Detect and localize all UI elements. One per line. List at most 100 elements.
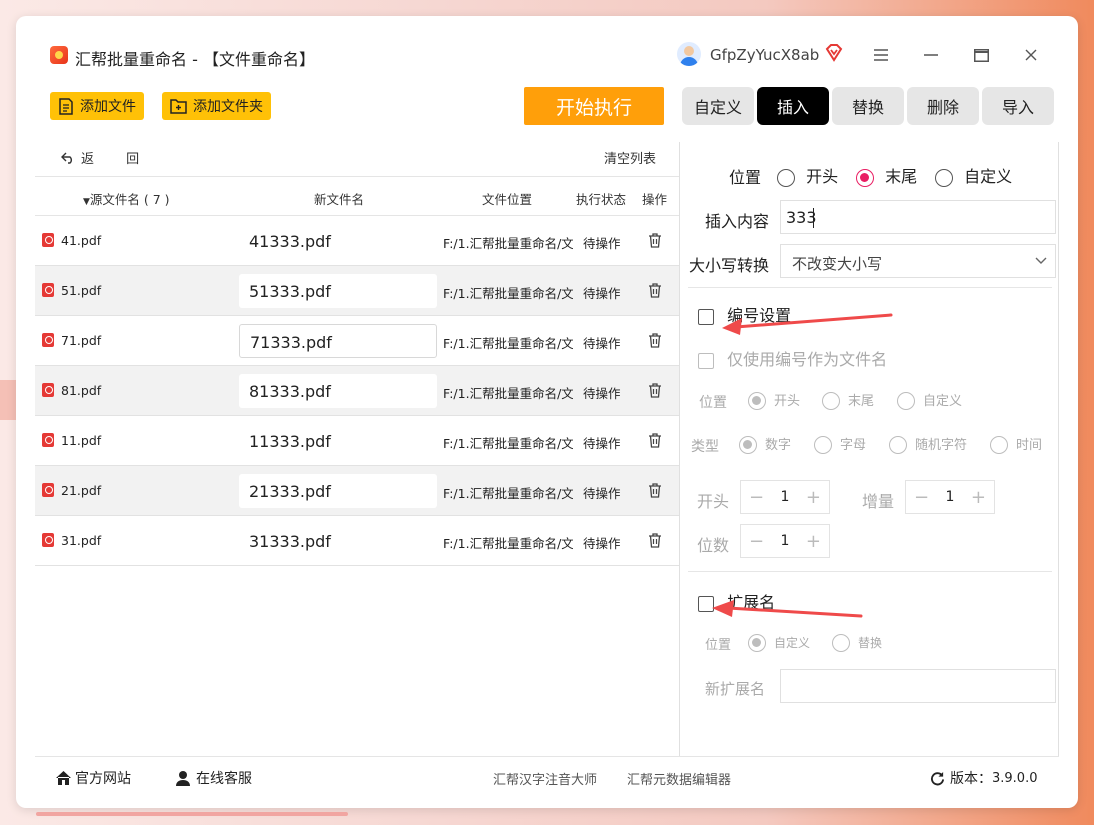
insert-content-label: 插入内容 xyxy=(705,212,770,231)
trash-icon[interactable] xyxy=(648,533,662,548)
new-file-name-input[interactable]: 51333.pdf xyxy=(239,274,437,308)
table-header: ▼源文件名 ( 7 ) 新文件名 文件位置 执行状态 操作 xyxy=(35,176,679,216)
header-source[interactable]: ▼源文件名 ( 7 ) xyxy=(83,189,170,208)
type-time-option[interactable]: 时间 xyxy=(990,434,1042,454)
close-icon[interactable] xyxy=(1020,44,1042,66)
refresh-icon[interactable] xyxy=(930,771,945,786)
num-pos-end-option[interactable]: 末尾 xyxy=(822,390,874,410)
website-link[interactable]: 官方网站 xyxy=(55,768,131,788)
source-file-name: 11.pdf xyxy=(61,433,102,448)
insert-pos-start-option[interactable]: 开头 xyxy=(777,163,838,187)
type-letter-option[interactable]: 字母 xyxy=(814,434,866,454)
header-location: 文件位置 xyxy=(482,192,533,207)
clear-list-button[interactable]: 清空列表 xyxy=(604,148,656,167)
back-button[interactable]: 返 回 xyxy=(61,148,153,167)
source-file-name: 71.pdf xyxy=(61,333,102,348)
trash-icon[interactable] xyxy=(648,333,662,348)
minimize-icon[interactable] xyxy=(920,44,942,66)
tab-import[interactable]: 导入 xyxy=(982,87,1054,125)
table-row[interactable]: 51.pdf 51333.pdf F:/1.汇帮批量重命名/文件 待操作 xyxy=(35,266,679,316)
menu-icon[interactable] xyxy=(870,44,892,66)
app-logo-icon xyxy=(50,46,68,64)
insert-pos-custom-option[interactable]: 自定义 xyxy=(935,163,1012,187)
insert-content-input[interactable]: 333 xyxy=(780,200,1056,234)
folder-plus-icon xyxy=(170,99,187,114)
source-file-name: 81.pdf xyxy=(61,383,102,398)
num-digits-label: 位数 xyxy=(697,536,730,555)
status-text: 待操作 xyxy=(583,536,621,551)
radio[interactable] xyxy=(777,168,795,187)
file-location: F:/1.汇帮批量重命名/文件 xyxy=(443,536,573,551)
insert-pos-end-option[interactable]: 末尾 xyxy=(856,163,917,187)
num-start-stepper[interactable]: −1 + xyxy=(740,480,830,514)
status-text: 待操作 xyxy=(583,486,621,501)
chevron-down-icon xyxy=(1035,257,1047,264)
pdf-icon xyxy=(42,383,54,397)
new-file-name-input[interactable]: 11333.pdf xyxy=(239,424,437,458)
maximize-icon[interactable] xyxy=(970,44,992,66)
title-bar: 汇帮批量重命名 - 【文件重命名】 GfpZyYucX8ab xyxy=(16,16,1078,96)
tab-custom[interactable]: 自定义 xyxy=(682,87,754,125)
num-pos-custom-option[interactable]: 自定义 xyxy=(897,390,962,410)
file-list-panel: 返 回 清空列表 ▼源文件名 ( 7 ) 新文件名 文件位置 执行状态 操作 4… xyxy=(35,142,679,756)
add-file-button[interactable]: 添加文件 xyxy=(50,92,144,120)
footer-link-pinyin[interactable]: 汇帮汉字注音大师 xyxy=(493,769,597,788)
new-file-name-input[interactable]: 41333.pdf xyxy=(239,224,437,258)
new-file-name-input[interactable]: 31333.pdf xyxy=(239,524,437,558)
radio[interactable] xyxy=(935,168,953,187)
type-digit-option[interactable]: 数字 xyxy=(739,434,791,454)
only-number-checkbox[interactable]: 仅使用编号作为文件名 xyxy=(698,346,887,370)
table-row[interactable]: 41.pdf 41333.pdf F:/1.汇帮批量重命名/文件 待操作 xyxy=(35,216,679,266)
pdf-icon xyxy=(42,233,54,247)
pdf-icon xyxy=(42,483,54,497)
file-location: F:/1.汇帮批量重命名/文件 xyxy=(443,336,573,351)
radio-checked[interactable] xyxy=(856,168,874,187)
trash-icon[interactable] xyxy=(648,383,662,398)
footer: 官方网站 在线客服 汇帮汉字注音大师 汇帮元数据编辑器 版本： 3.9.0.0 xyxy=(35,756,1059,796)
status-text: 待操作 xyxy=(583,286,621,301)
new-ext-input[interactable] xyxy=(780,669,1056,703)
username[interactable]: GfpZyYucX8ab xyxy=(710,46,819,64)
status-text: 待操作 xyxy=(583,336,621,351)
app-title: 汇帮批量重命名 - 【文件重命名】 xyxy=(75,50,315,69)
trash-icon[interactable] xyxy=(648,433,662,448)
num-increment-stepper[interactable]: −1 + xyxy=(905,480,995,514)
table-row[interactable]: 21.pdf 21333.pdf F:/1.汇帮批量重命名/文件 待操作 xyxy=(35,466,679,516)
source-file-name: 41.pdf xyxy=(61,233,102,248)
tab-delete[interactable]: 删除 xyxy=(907,87,979,125)
add-folder-button[interactable]: 添加文件夹 xyxy=(162,92,271,120)
table-row[interactable]: 81.pdf 81333.pdf F:/1.汇帮批量重命名/文件 待操作 xyxy=(35,366,679,416)
start-button[interactable]: 开始执行 xyxy=(524,87,664,125)
support-link[interactable]: 在线客服 xyxy=(175,768,252,788)
new-file-name-input[interactable]: 21333.pdf xyxy=(239,474,437,508)
case-select[interactable]: 不改变大小写 xyxy=(780,244,1056,278)
new-file-name-input[interactable]: 81333.pdf xyxy=(239,374,437,408)
footer-link-metadata[interactable]: 汇帮元数据编辑器 xyxy=(627,769,731,788)
add-file-label: 添加文件 xyxy=(80,99,136,115)
type-random-option[interactable]: 随机字符 xyxy=(889,434,967,454)
trash-icon[interactable] xyxy=(648,483,662,498)
trash-icon[interactable] xyxy=(648,283,662,298)
pdf-icon xyxy=(42,333,54,347)
num-type-label: 类型 xyxy=(691,439,719,455)
tab-insert[interactable]: 插入 xyxy=(757,87,829,125)
table-row[interactable]: 31.pdf 31333.pdf F:/1.汇帮批量重命名/文件 待操作 xyxy=(35,516,679,566)
file-location: F:/1.汇帮批量重命名/文件 xyxy=(443,386,573,401)
ext-custom-option[interactable]: 自定义 xyxy=(748,632,810,652)
ext-replace-option[interactable]: 替换 xyxy=(832,632,882,652)
vip-diamond-icon[interactable] xyxy=(823,42,845,64)
new-file-name-input[interactable]: 71333.pdf xyxy=(239,324,437,358)
home-icon xyxy=(56,771,71,785)
annotation-arrow xyxy=(722,313,893,335)
pdf-icon xyxy=(42,533,54,547)
tab-replace[interactable]: 替换 xyxy=(832,87,904,125)
user-avatar[interactable] xyxy=(677,42,701,66)
table-row[interactable]: 71.pdf 71333.pdf F:/1.汇帮批量重命名/文件 待操作 xyxy=(35,316,679,366)
trash-icon[interactable] xyxy=(648,233,662,248)
num-digits-stepper[interactable]: −1 + xyxy=(740,524,830,558)
num-pos-start-option[interactable]: 开头 xyxy=(748,390,800,410)
file-location: F:/1.汇帮批量重命名/文件 xyxy=(443,486,573,501)
options-panel: 位置 开头 末尾 自定义 插入内容 333 大小写转换 不改变大小写 编号设置 xyxy=(679,142,1059,756)
table-row[interactable]: 11.pdf 11333.pdf F:/1.汇帮批量重命名/文件 待操作 xyxy=(35,416,679,466)
num-start-label: 开头 xyxy=(697,492,730,511)
